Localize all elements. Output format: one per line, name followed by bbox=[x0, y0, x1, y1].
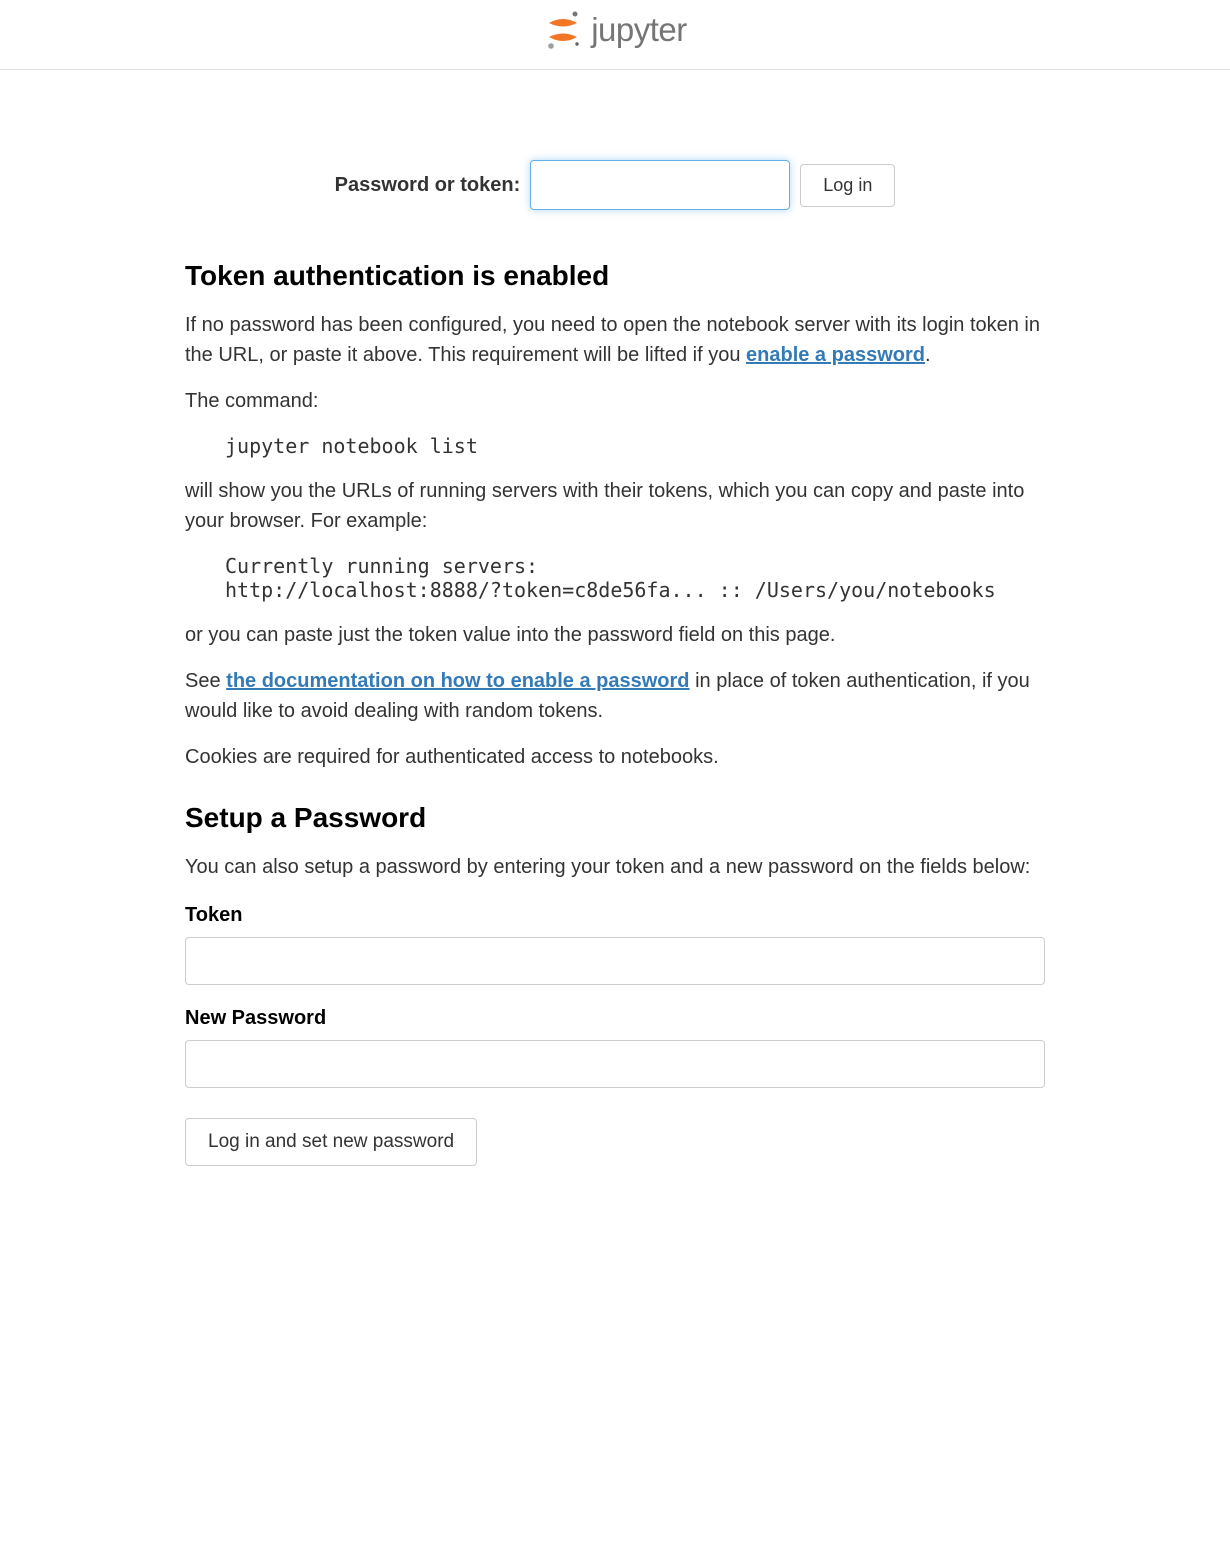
cookies-paragraph: Cookies are required for authenticated a… bbox=[185, 742, 1045, 772]
documentation-paragraph: See the documentation on how to enable a… bbox=[185, 666, 1045, 726]
setup-password-intro: You can also setup a password by enterin… bbox=[185, 852, 1045, 882]
login-button[interactable]: Log in bbox=[800, 164, 895, 207]
urls-paragraph: will show you the URLs of running server… bbox=[185, 476, 1045, 536]
header: jupyter bbox=[0, 0, 1230, 70]
token-intro-paragraph: If no password has been configured, you … bbox=[185, 310, 1045, 370]
token-auth-heading: Token authentication is enabled bbox=[185, 260, 1045, 292]
token-input[interactable] bbox=[185, 937, 1045, 985]
token-label: Token bbox=[185, 904, 1045, 927]
example-output: Currently running servers: http://localh… bbox=[225, 554, 1045, 602]
login-form: Password or token: Log in bbox=[185, 160, 1045, 210]
documentation-link[interactable]: the documentation on how to enable a pas… bbox=[226, 670, 689, 692]
jupyter-icon bbox=[543, 10, 583, 50]
command-intro: The command: bbox=[185, 386, 1045, 416]
password-label: Password or token: bbox=[335, 174, 521, 197]
set-password-button[interactable]: Log in and set new password bbox=[185, 1118, 477, 1166]
setup-password-heading: Setup a Password bbox=[185, 802, 1045, 834]
brand-text: jupyter bbox=[591, 11, 687, 49]
command-code: jupyter notebook list bbox=[225, 434, 1045, 458]
enable-password-link[interactable]: enable a password bbox=[746, 344, 925, 366]
password-input[interactable] bbox=[530, 160, 790, 210]
new-password-input[interactable] bbox=[185, 1040, 1045, 1088]
jupyter-logo: jupyter bbox=[543, 10, 687, 50]
new-password-form-group: New Password bbox=[185, 1007, 1045, 1088]
token-form-group: Token bbox=[185, 904, 1045, 985]
new-password-label: New Password bbox=[185, 1007, 1045, 1030]
paste-token-paragraph: or you can paste just the token value in… bbox=[185, 620, 1045, 650]
